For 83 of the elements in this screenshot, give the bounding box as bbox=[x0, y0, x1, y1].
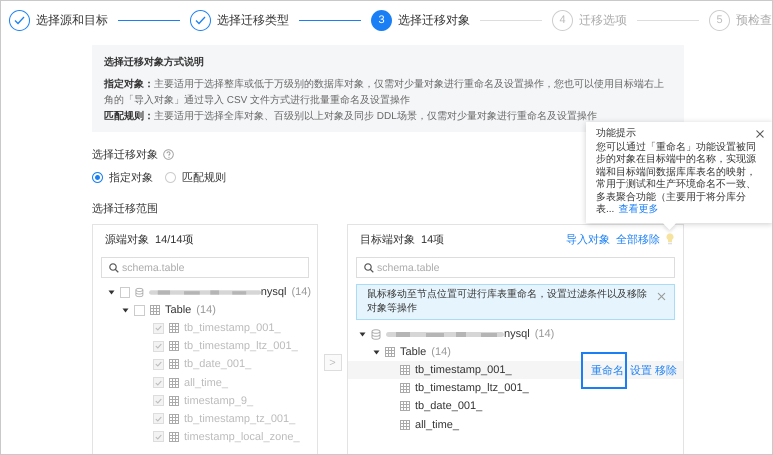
tree-node-label: tb_timestamp_tz_001_ bbox=[184, 412, 296, 425]
step-label: 选择迁移对象 bbox=[398, 12, 470, 28]
node-count: (14) bbox=[534, 328, 554, 340]
step-label: 选择迁移类型 bbox=[217, 12, 289, 28]
tree-node-label: tb_timestamp_ltz_001_ bbox=[184, 340, 298, 352]
tree-node-label[interactable]: all_time_ bbox=[415, 418, 460, 431]
close-icon bbox=[756, 130, 764, 138]
guide-paragraph: 指定对象：主要适用于选择整库或低于万级别的数据库对象，仅需对少量对象进行重命名及设置操作，您也可以使用目标端右上角的「导入对象」通过导入 CSV 文件方式进行批量重命名及设置操作 bbox=[104, 77, 665, 108]
close-icon bbox=[657, 292, 666, 301]
step-label: 预检查 bbox=[736, 12, 772, 28]
table-icon bbox=[169, 414, 179, 424]
tree-node-label[interactable]: nysql bbox=[504, 328, 530, 340]
action-link[interactable]: 重命名 bbox=[591, 362, 624, 378]
check-icon bbox=[155, 361, 162, 368]
tree-node-label: timestamp_9_ bbox=[184, 394, 254, 407]
tree-node-label: Table bbox=[165, 304, 192, 316]
tree-node-label: all_time_ bbox=[184, 376, 228, 389]
check-icon bbox=[195, 16, 206, 24]
check-icon bbox=[155, 325, 162, 332]
panel-title: 目标端对象 bbox=[360, 232, 415, 246]
search-field[interactable]: schema.table bbox=[101, 257, 309, 278]
step-number: 3 bbox=[371, 10, 392, 30]
table-icon bbox=[169, 341, 179, 352]
node-count: (14) bbox=[291, 286, 311, 298]
table-icon bbox=[169, 378, 179, 388]
table-icon bbox=[169, 323, 179, 334]
node-count: (14) bbox=[431, 346, 451, 358]
tooltip-title: 功能提示 bbox=[596, 128, 636, 140]
item-count: 14项 bbox=[421, 232, 444, 246]
tooltip-text: 您可以通过「重命名」功能设置被同步的对象在目标端中的名称，实现源端和目标端间数据库库表名的映射，常用于测试和生产环境命名不一致、多表聚合功能（主要用于将分库分表... 查看更多 bbox=[596, 142, 757, 216]
table-icon bbox=[169, 432, 179, 442]
database-icon bbox=[371, 328, 381, 340]
radio-option[interactable]: 匹配规则 bbox=[165, 170, 226, 185]
tree-node-label[interactable]: tb_timestamp_001_ bbox=[415, 364, 512, 376]
search-icon bbox=[364, 263, 374, 273]
action-link[interactable]: 设置 bbox=[630, 362, 652, 378]
table-icon bbox=[400, 365, 410, 376]
check-icon bbox=[155, 434, 162, 440]
step-label: 选择源和目标 bbox=[36, 12, 108, 28]
node-count: (14) bbox=[196, 304, 216, 316]
item-count: 14/14项 bbox=[155, 232, 194, 246]
search-field[interactable]: schema.table bbox=[356, 257, 675, 278]
tree-node-label: tb_date_001_ bbox=[184, 358, 252, 370]
tree-node-label[interactable]: tb_date_001_ bbox=[415, 400, 482, 412]
step-number: 4 bbox=[552, 10, 573, 30]
tree-node-label: nysql bbox=[260, 286, 286, 298]
tree-node-label[interactable]: tb_timestamp_ltz_001_ bbox=[415, 382, 529, 394]
more-link[interactable]: 查看更多 bbox=[618, 204, 658, 215]
table-icon bbox=[169, 359, 179, 370]
table-icon bbox=[169, 396, 179, 406]
radio-button[interactable] bbox=[165, 172, 176, 183]
panel-link[interactable]: 全部移除 bbox=[616, 232, 660, 246]
tree-node-label: tb_timestamp_001_ bbox=[184, 322, 281, 334]
guide-title: 选择迁移对象方式说明 bbox=[104, 55, 205, 70]
section-label: 选择迁移范围 bbox=[92, 202, 158, 216]
database-icon bbox=[134, 286, 144, 298]
step-number: 5 bbox=[709, 10, 730, 30]
info-notice: 鼠标移动至节点位置可进行库表重命名，设置过滤条件以及移除对象等操作 bbox=[356, 284, 675, 320]
table-icon bbox=[400, 401, 410, 412]
action-link[interactable]: 移除 bbox=[655, 362, 677, 378]
table-icon bbox=[150, 305, 160, 316]
table-icon bbox=[385, 347, 395, 358]
check-icon bbox=[14, 16, 25, 24]
bulb-icon bbox=[666, 233, 674, 245]
check-icon bbox=[155, 416, 162, 422]
radio-option[interactable]: 指定对象 bbox=[92, 170, 153, 185]
step-label: 迁移选项 bbox=[579, 12, 627, 28]
checkbox[interactable] bbox=[134, 304, 145, 316]
check-icon bbox=[155, 380, 162, 386]
table-icon bbox=[400, 420, 410, 430]
checkbox[interactable] bbox=[120, 286, 130, 298]
search-icon bbox=[109, 263, 119, 273]
check-icon bbox=[155, 343, 162, 350]
tree-node-label: timestamp_local_zone_ bbox=[184, 430, 300, 443]
panel-title: 源端对象 bbox=[105, 232, 149, 246]
table-icon bbox=[400, 383, 410, 394]
section-label: 选择迁移对象 bbox=[92, 148, 158, 162]
radio-button[interactable] bbox=[92, 172, 103, 183]
panel-link[interactable]: 导入对象 bbox=[566, 232, 610, 246]
help-icon bbox=[163, 149, 174, 160]
guide-paragraph: 匹配规则：主要适用于选择全库对象、百级别以上对象及同步 DDL场景，仅需对少量对象进行重命名及设置操作 bbox=[104, 110, 598, 124]
check-icon bbox=[155, 398, 162, 404]
tree-node-label[interactable]: Table bbox=[400, 346, 426, 358]
